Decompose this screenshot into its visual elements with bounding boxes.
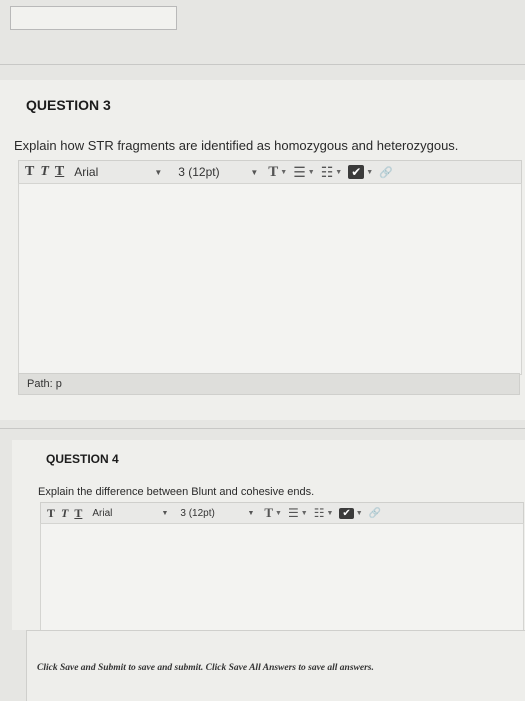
chevron-down-icon: ▼: [326, 509, 334, 517]
chevron-down-icon: ▼: [280, 168, 288, 176]
path-label: Path: p: [27, 378, 62, 390]
bold-button[interactable]: T: [25, 164, 34, 180]
font-family-value: Arial: [92, 507, 113, 519]
question-3-path-bar: Path: p: [18, 373, 520, 395]
text-color-icon: T: [268, 163, 279, 180]
divider: [0, 428, 525, 429]
question-3-text: Explain how STR fragments are identified…: [14, 138, 459, 153]
chevron-down-icon: ▼: [307, 168, 315, 176]
text-color-button[interactable]: T ▼: [268, 164, 287, 181]
font-size-select[interactable]: 3 (12pt) ▼: [178, 165, 258, 179]
italic-button[interactable]: T: [40, 164, 49, 180]
submit-instructions-bar: Click Save and Submit to save and submit…: [26, 630, 525, 701]
numbered-list-button[interactable]: ☷ ▼: [321, 164, 343, 181]
chevron-down-icon: ▼: [300, 509, 308, 517]
question-4-card: QUESTION 4 Explain the difference betwee…: [12, 440, 525, 631]
font-family-value: Arial: [74, 165, 99, 179]
link-button[interactable]: 🔗: [369, 508, 381, 519]
chevron-down-icon: ▼: [250, 167, 259, 177]
text-color-icon: T: [264, 505, 274, 520]
submit-instructions-text: Click Save and Submit to save and submit…: [37, 663, 374, 673]
question-4-title: QUESTION 4: [46, 452, 119, 466]
link-icon: 🔗: [368, 507, 382, 519]
question-3-toolbar: T T T Arial ▼ 3 (12pt) ▼ T ▼ ☰ ▼ ☷ ▼ ✔ ▼ 🔗: [18, 160, 522, 184]
chevron-down-icon: ▼: [161, 509, 169, 517]
question-4-toolbar: T T T Arial ▼ 3 (12pt) ▼ T ▼ ☰ ▼ ☷ ▼ ✔ ▼ 🔗: [40, 502, 524, 524]
bullet-list-button[interactable]: ☰ ▼: [288, 506, 308, 520]
previous-answer-box[interactable]: [10, 6, 177, 30]
question-3-card: QUESTION 3 Explain how STR fragments are…: [0, 80, 525, 420]
underline-button[interactable]: T: [55, 164, 64, 180]
bullet-list-button[interactable]: ☰ ▼: [293, 164, 315, 181]
font-size-value: 3 (12pt): [178, 165, 220, 179]
numbered-list-icon: ☷: [313, 506, 325, 520]
question-3-editor[interactable]: [18, 183, 522, 375]
link-icon: 🔗: [379, 166, 393, 179]
bullet-list-icon: ☰: [293, 163, 306, 180]
spellcheck-button[interactable]: ✔ ▼: [348, 165, 373, 179]
font-size-select[interactable]: 3 (12pt) ▼: [180, 508, 254, 519]
chevron-down-icon: ▼: [355, 509, 363, 517]
numbered-list-icon: ☷: [320, 163, 334, 180]
divider: [0, 64, 525, 65]
chevron-down-icon: ▼: [154, 167, 163, 177]
chevron-down-icon: ▼: [335, 168, 343, 176]
chevron-down-icon: ▼: [247, 509, 255, 517]
chevron-down-icon: ▼: [366, 168, 374, 176]
numbered-list-button[interactable]: ☷ ▼: [314, 506, 334, 520]
font-size-value: 3 (12pt): [180, 507, 215, 519]
text-color-button[interactable]: T ▼: [264, 505, 282, 521]
chevron-down-icon: ▼: [275, 509, 282, 517]
spellcheck-button[interactable]: ✔ ▼: [339, 507, 363, 519]
font-family-select[interactable]: Arial ▼: [92, 508, 168, 519]
link-button[interactable]: 🔗: [379, 166, 393, 179]
underline-button[interactable]: T: [74, 506, 82, 521]
bold-button[interactable]: T: [47, 506, 55, 521]
spellcheck-icon: ✔: [339, 507, 354, 519]
question-4-text: Explain the difference between Blunt and…: [38, 486, 315, 498]
italic-button[interactable]: T: [61, 506, 68, 521]
font-family-select[interactable]: Arial ▼: [74, 165, 162, 179]
question-4-editor[interactable]: [40, 523, 524, 631]
question-3-title: QUESTION 3: [26, 97, 111, 113]
bullet-list-icon: ☰: [287, 506, 299, 520]
spellcheck-icon: ✔: [348, 165, 365, 179]
